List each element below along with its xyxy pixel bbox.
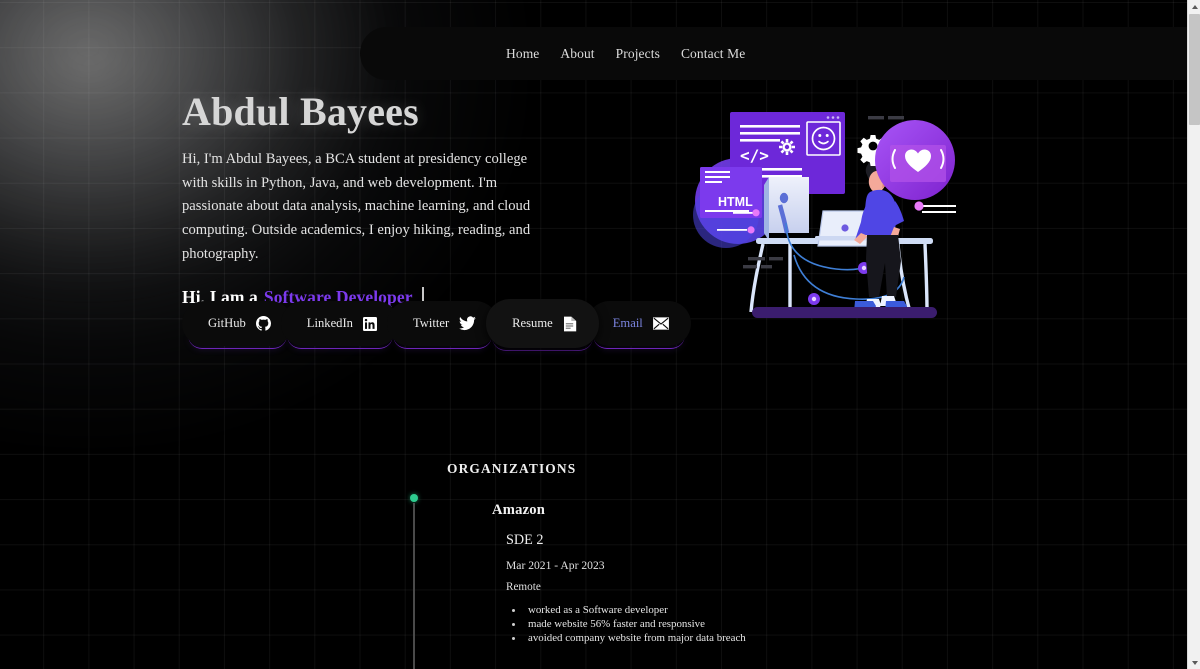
organizations-section-title: ORGANIZATIONS [447, 461, 577, 476]
scroll-up-arrow[interactable] [1188, 0, 1200, 13]
list-item: avoided company website from major data … [524, 632, 830, 646]
nav-link-home[interactable]: Home [506, 46, 539, 62]
social-label-email: Email [612, 316, 643, 330]
list-item: worked as a Software developer [524, 604, 830, 618]
organization-highlights: worked as a Software developer made webs… [524, 604, 830, 646]
organizations-timeline: Amazon SDE 2 Mar 2021 - Apr 2023 Remote … [410, 494, 830, 669]
navbar: Home About Projects Contact Me [360, 27, 1200, 80]
social-pill-twitter-wrap: Twitter [386, 301, 499, 349]
social-label-twitter: Twitter [412, 316, 450, 330]
organization-dates: Mar 2021 - Apr 2023 [506, 559, 605, 572]
svg-text:</>: </> [740, 146, 769, 165]
timeline-line [413, 503, 415, 669]
envelope-icon [652, 317, 669, 330]
organization-location: Remote [506, 581, 541, 593]
scrollbar-thumb[interactable] [1189, 14, 1200, 125]
nav-link-about[interactable]: About [560, 46, 594, 62]
nav-links: Home About Projects Contact Me [506, 46, 745, 62]
chevron-up-icon [1191, 4, 1198, 9]
social-link-github[interactable]: GitHub [182, 301, 293, 346]
nav-link-contact-me[interactable]: Contact Me [681, 46, 745, 62]
linkedin-icon [362, 316, 377, 331]
hero-bio: Hi, I'm Abdul Bayees, a BCA student at p… [182, 151, 531, 262]
organization-role: SDE 2 [506, 532, 544, 548]
social-pill-email-wrap: Email [586, 301, 691, 349]
social-pill-github-wrap: GitHub [182, 301, 293, 349]
scroll-down-arrow[interactable] [1188, 656, 1200, 669]
timeline-entry: Amazon SDE 2 Mar 2021 - Apr 2023 Remote … [492, 494, 830, 646]
social-pill-resume-wrap: Resume [486, 299, 599, 351]
chevron-down-icon [1191, 660, 1198, 665]
social-link-email[interactable]: Email [586, 301, 691, 346]
page-scrollbar[interactable] [1187, 0, 1200, 669]
social-label-resume: Resume [512, 316, 553, 330]
social-link-twitter[interactable]: Twitter [386, 301, 499, 346]
list-item: made website 56% faster and responsive [524, 618, 830, 632]
developer-at-desk-illustration: </> HTML [690, 105, 972, 345]
document-icon [563, 316, 577, 332]
timeline-marker-dot [410, 494, 418, 502]
twitter-icon [459, 316, 476, 331]
social-links-row: GitHub LinkedIn Twitter Resume Email [182, 299, 691, 351]
social-label-linkedin: LinkedIn [306, 316, 353, 330]
portfolio-page: Home About Projects Contact Me Abdul Bay… [0, 0, 1200, 669]
svg-text:HTML: HTML [718, 195, 753, 209]
page-title: Abdul Bayees [182, 89, 419, 134]
social-link-resume[interactable]: Resume [486, 299, 599, 348]
organization-name: Amazon [492, 502, 546, 518]
social-link-linkedin[interactable]: LinkedIn [280, 301, 399, 346]
nav-link-projects[interactable]: Projects [616, 46, 660, 62]
social-label-github: GitHub [208, 316, 246, 330]
github-icon [255, 316, 271, 331]
social-pill-linkedin-wrap: LinkedIn [280, 301, 399, 349]
hero-section: Abdul Bayees Hi, I'm Abdul Bayees, a BCA… [182, 88, 602, 308]
